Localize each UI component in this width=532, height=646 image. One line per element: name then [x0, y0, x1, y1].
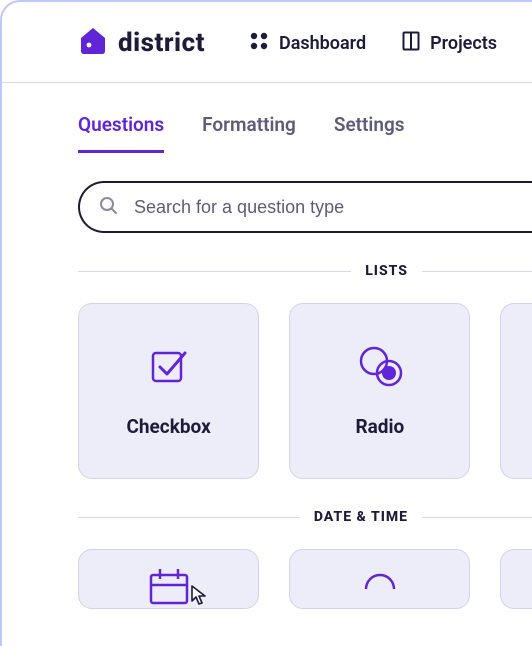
tile-row-datetime — [2, 525, 532, 609]
divider — [78, 271, 351, 272]
section-label-datetime: DATE & TIME — [300, 509, 422, 525]
tabs: Questions Formatting Settings — [2, 83, 532, 153]
calendar-icon — [141, 564, 197, 608]
nav-projects[interactable]: Projects — [402, 31, 497, 56]
brand-name: district — [118, 28, 205, 58]
tile-stub[interactable] — [500, 549, 532, 609]
brand[interactable]: district — [78, 26, 205, 60]
search-input[interactable] — [132, 196, 514, 219]
app-frame: district Dashboard — [0, 0, 532, 646]
section-header-datetime: DATE & TIME — [2, 479, 532, 525]
checkbox-icon — [145, 345, 193, 389]
search-field[interactable] — [78, 181, 532, 233]
tab-questions[interactable]: Questions — [78, 113, 164, 153]
search-wrap — [2, 153, 532, 233]
header: district Dashboard — [2, 2, 532, 83]
house-icon — [78, 26, 108, 60]
divider — [422, 271, 532, 272]
tile-time[interactable] — [289, 549, 470, 609]
search-icon — [98, 195, 118, 219]
document-icon — [402, 31, 420, 56]
nav-dashboard[interactable]: Dashboard — [249, 31, 366, 56]
top-nav: Dashboard Projects — [249, 31, 497, 56]
divider — [422, 517, 532, 518]
grid-dots-icon — [249, 31, 269, 56]
section-label-lists: LISTS — [351, 263, 422, 279]
divider — [78, 517, 300, 518]
tile-row-lists: Checkbox Radio — [2, 279, 532, 479]
nav-dashboard-label: Dashboard — [279, 33, 366, 54]
tile-label: Radio — [355, 415, 404, 438]
nav-projects-label: Projects — [430, 33, 497, 54]
tab-formatting[interactable]: Formatting — [202, 113, 296, 153]
section-header-lists: LISTS — [2, 233, 532, 279]
cursor-icon — [189, 584, 209, 610]
tile-label: Checkbox — [126, 415, 210, 438]
tile-checkbox[interactable]: Checkbox — [78, 303, 259, 479]
radio-icon — [352, 345, 408, 389]
tile-date[interactable] — [78, 549, 259, 609]
clock-icon — [358, 564, 402, 608]
tile-stub[interactable] — [500, 303, 532, 479]
tile-radio[interactable]: Radio — [289, 303, 470, 479]
tab-settings[interactable]: Settings — [334, 113, 405, 153]
